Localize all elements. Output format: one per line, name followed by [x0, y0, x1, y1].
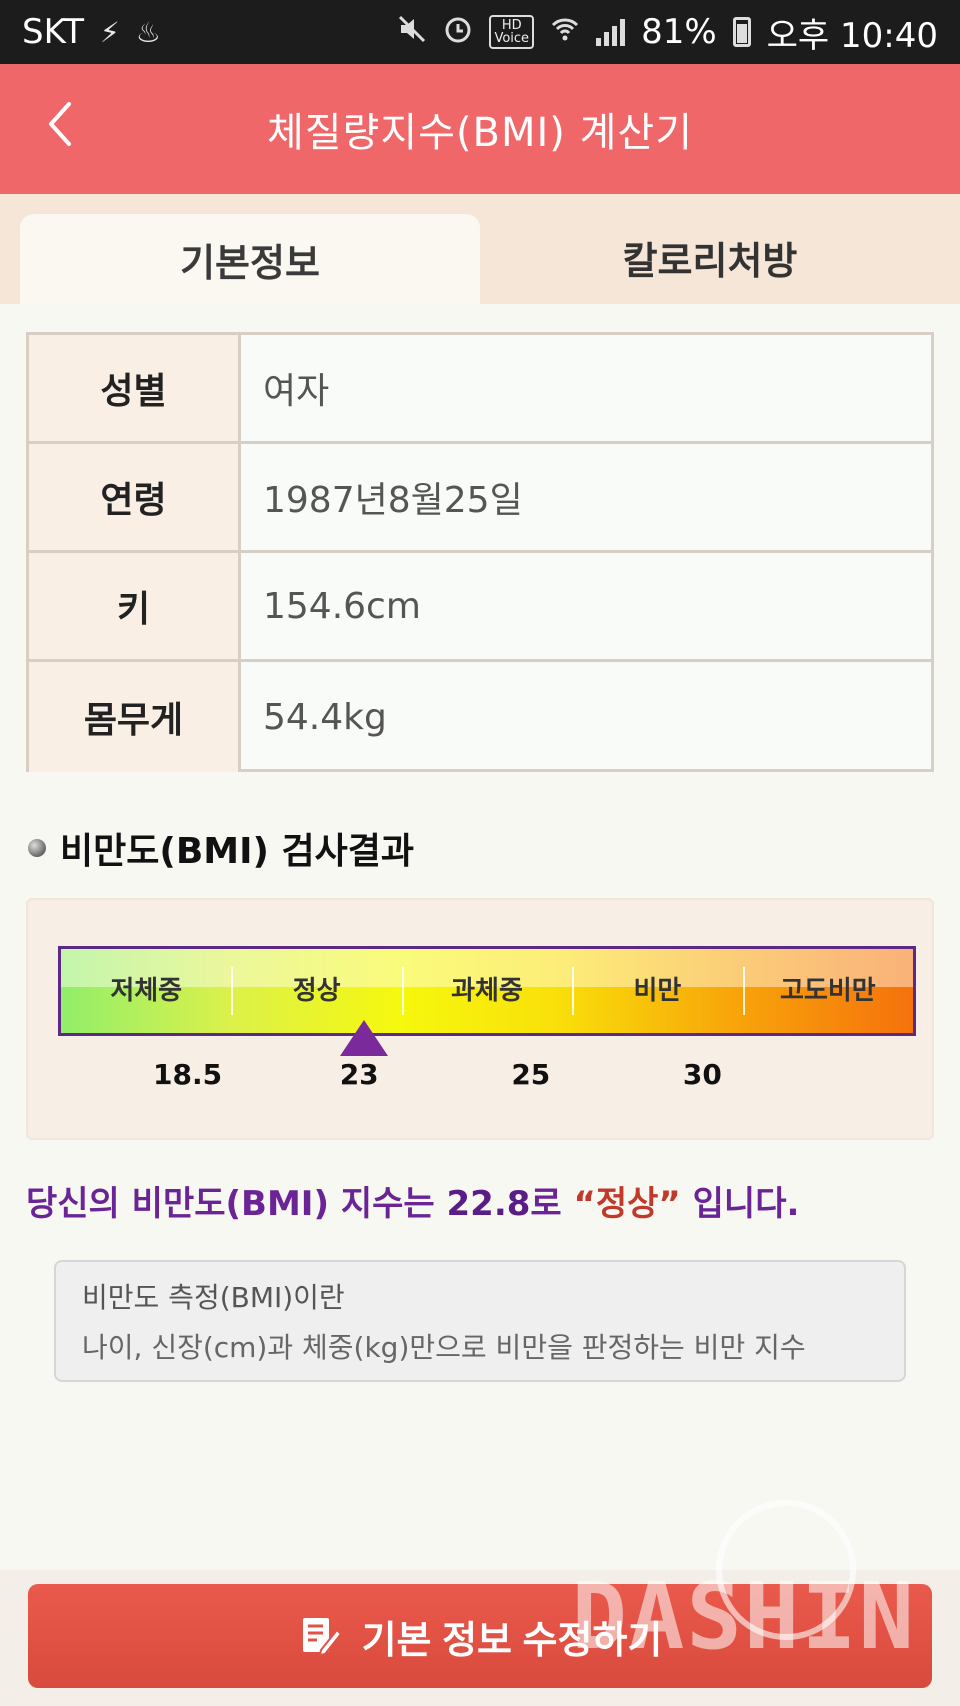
alarm-icon — [443, 14, 473, 51]
tab-bar: 기본정보 칼로리처방 — [0, 194, 960, 304]
info-row-gender: 성별 여자 — [29, 335, 931, 444]
result-suffix: 입니다. — [680, 1184, 800, 1224]
voice-label: Voice — [494, 31, 530, 46]
info-value: 여자 — [263, 371, 330, 412]
watermark-circle-icon — [716, 1500, 856, 1640]
battery-percent: 81% — [641, 12, 717, 52]
bmi-section-heading: 비만도(BMI) 검사결과 — [28, 822, 414, 874]
tab-basic-info[interactable]: 기본정보 — [20, 214, 480, 304]
bmi-category-obese: 비만 — [572, 949, 742, 1033]
mute-icon — [397, 14, 427, 51]
bmi-category-overweight: 과체중 — [401, 949, 572, 1033]
edit-document-icon — [298, 1613, 344, 1659]
bmi-result-box: 저체중 정상 과체중 비만 고도비만 18.5 23 25 30 — [26, 898, 934, 1140]
lightning-icon: ⚡ — [100, 15, 120, 49]
info-label: 성별 — [29, 335, 241, 441]
app-header: 체질량지수(BMI) 계산기 — [0, 64, 960, 194]
section-title: 비만도(BMI) 검사결과 — [60, 831, 414, 872]
tab-calorie-prescription[interactable]: 칼로리처방 — [480, 212, 940, 302]
bmi-category-underweight: 저체중 — [110, 975, 183, 1006]
info-value: 1987년8월25일 — [263, 480, 523, 521]
carrier-label: SKT — [22, 12, 85, 52]
signal-icon — [596, 18, 626, 46]
bmi-marker-triangle-icon — [339, 1020, 388, 1056]
clock: 오후 10:40 — [766, 15, 938, 56]
bmi-category-severely-obese: 고도비만 — [742, 949, 913, 1033]
bmi-threshold-label: 25 — [511, 1058, 551, 1091]
dashin-watermark-logo: DASHIN — [572, 1500, 916, 1670]
result-category: “정상” — [573, 1184, 681, 1224]
hd-voice-icon: HD Voice — [489, 15, 535, 49]
info-value: 54.4kg — [263, 696, 387, 738]
info-value: 154.6cm — [263, 585, 421, 627]
info-table: 성별 여자 연령 1987년8월25일 키 154.6cm 몸무게 54.4kg — [26, 332, 934, 772]
bmi-threshold-label: 30 — [682, 1058, 722, 1091]
info-row-weight: 몸무게 54.4kg — [29, 662, 931, 772]
bmi-result-text: 당신의 비만도(BMI) 지수는 22.8로 “정상” 입니다. — [26, 1176, 799, 1225]
bmi-explanation-box: 비만도 측정(BMI)이란 나이, 신장(cm)과 체중(kg)만으로 비만을 … — [54, 1260, 906, 1382]
page-title: 체질량지수(BMI) 계산기 — [266, 110, 694, 156]
info-row-birthdate: 연령 1987년8월25일 — [29, 444, 931, 553]
battery-icon — [732, 17, 751, 47]
result-middle: 로 — [530, 1184, 574, 1224]
bmi-threshold-label: 23 — [339, 1058, 379, 1091]
back-button[interactable] — [30, 94, 90, 154]
wifi-icon — [550, 14, 580, 51]
explanation-title: 비만도 측정(BMI)이란 — [82, 1281, 345, 1314]
info-row-height: 키 154.6cm — [29, 553, 931, 662]
info-label: 몸무게 — [29, 662, 241, 772]
bmi-scale-bar: 저체중 정상 과체중 비만 고도비만 — [58, 946, 916, 1036]
info-label: 연령 — [29, 444, 241, 550]
explanation-description: 나이, 신장(cm)과 체중(kg)만으로 비만을 판정하는 비만 지수 — [82, 1331, 806, 1364]
bottom-bar: 기본 정보 수정하기 DASHIN — [0, 1500, 960, 1706]
notification-icon: ♨ — [135, 15, 161, 49]
info-label: 키 — [29, 553, 241, 659]
bmi-threshold-label: 18.5 — [153, 1058, 223, 1091]
chevron-left-icon — [49, 102, 71, 146]
result-prefix: 당신의 비만도(BMI) 지수는 — [26, 1184, 447, 1224]
result-value: 22.8 — [446, 1184, 531, 1224]
status-bar: SKT ⚡ ♨ HD Voice 81% 오후 10:40 — [0, 0, 960, 64]
bullet-icon — [28, 839, 46, 857]
